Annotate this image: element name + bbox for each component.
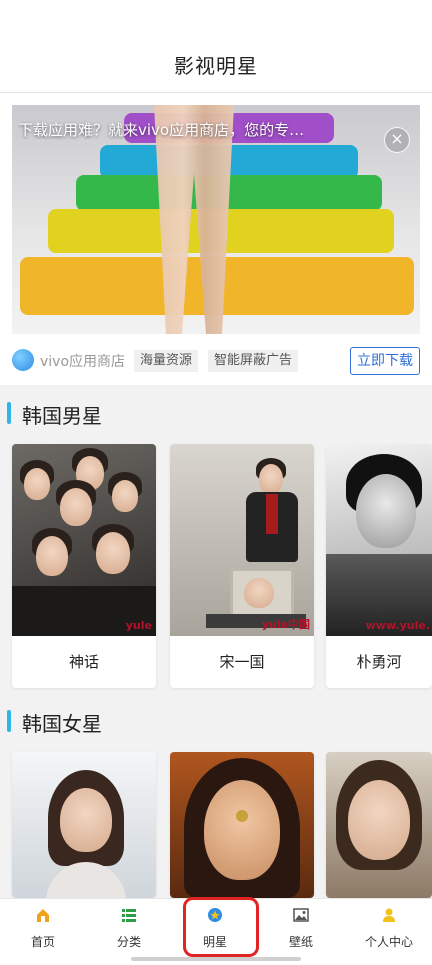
photo-watermark: www.yule.: [365, 619, 430, 632]
close-icon[interactable]: ×: [384, 127, 410, 153]
nav-label: 分类: [116, 935, 141, 949]
photo-detail: [356, 474, 416, 548]
page-title: 影视明星: [174, 54, 258, 78]
star-photo: [326, 752, 432, 898]
star-photo: yule: [12, 444, 156, 636]
star-name: 宋一国: [219, 653, 265, 671]
ad-caption: 下载应用难？就来vivo应用商店，您的专…: [18, 121, 305, 139]
nav-item-category[interactable]: 分类: [86, 899, 172, 965]
section-header: 韩国女星: [0, 700, 432, 744]
ad-banner[interactable]: 下载应用难？就来vivo应用商店，您的专… × vivo应用商店 海量资源 智能…: [0, 93, 432, 385]
photo-detail: [36, 536, 68, 576]
vivo-logo-icon: [12, 349, 34, 371]
section-title: 韩国男星: [22, 404, 102, 428]
photo-detail: [24, 468, 50, 500]
photo-detail: [259, 464, 283, 494]
star-photo: [12, 752, 156, 898]
photo-detail: [266, 494, 278, 534]
image-icon: [293, 908, 309, 922]
photo-detail: [60, 488, 92, 526]
ad-tag: 智能屏蔽广告: [208, 350, 299, 372]
section-header: 韩国男星: [0, 392, 432, 436]
download-button[interactable]: 立即下载: [350, 347, 420, 375]
photo-detail: [46, 862, 126, 898]
photo-detail: [236, 810, 248, 822]
active-tab-highlight: [183, 897, 259, 957]
star-name: 神话: [68, 653, 99, 671]
ad-image[interactable]: 下载应用难？就来vivo应用商店，您的专… ×: [12, 105, 420, 334]
nav-label: 个人中心: [364, 935, 413, 949]
nav-label: 首页: [30, 935, 55, 949]
photo-detail: [60, 788, 112, 852]
star-photo: yule中国: [170, 444, 314, 636]
nav-item-profile[interactable]: 个人中心: [346, 899, 432, 965]
photo-detail: [112, 480, 138, 512]
photo-watermark: yule中国: [261, 618, 310, 631]
photo-detail: [204, 780, 280, 880]
section-accent-bar: [7, 710, 11, 732]
star-card[interactable]: www.yule. 朴勇河: [326, 444, 432, 688]
list-icon: [122, 909, 136, 922]
star-card[interactable]: [326, 752, 432, 898]
ad-info-bar: vivo应用商店 海量资源 智能屏蔽广告 立即下载: [12, 347, 420, 375]
section-accent-bar: [7, 402, 11, 424]
app-header: 影视明星: [0, 0, 432, 93]
ad-store-name: vivo应用商店: [40, 354, 126, 370]
nav-item-home[interactable]: 首页: [0, 899, 86, 965]
home-indicator[interactable]: [131, 957, 301, 961]
nav-label: 壁纸: [288, 935, 313, 949]
star-photo: [170, 752, 314, 898]
section-title: 韩国女星: [22, 712, 102, 736]
photo-watermark: yule: [125, 619, 152, 632]
user-icon: [383, 908, 395, 922]
photo-detail: [96, 532, 130, 574]
star-photo: www.yule.: [326, 444, 432, 636]
home-icon: [37, 909, 49, 922]
star-card[interactable]: [12, 752, 156, 898]
photo-detail: [244, 578, 274, 608]
nav-item-wallpaper[interactable]: 壁纸: [258, 899, 344, 965]
star-card[interactable]: yule中国 宋一国: [170, 444, 314, 688]
star-name: 朴勇河: [356, 653, 402, 671]
ad-tag: 海量资源: [134, 350, 199, 372]
star-card[interactable]: yule 神话: [12, 444, 156, 688]
star-card[interactable]: [170, 752, 314, 898]
photo-detail: [348, 780, 410, 860]
